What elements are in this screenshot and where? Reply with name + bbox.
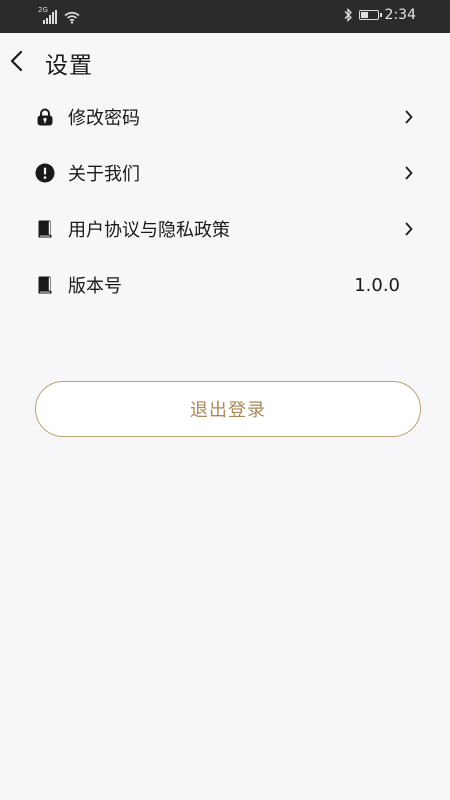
info-alert-icon bbox=[35, 163, 55, 183]
logout-button[interactable]: 退出登录 bbox=[35, 381, 421, 437]
header: 设置 bbox=[0, 33, 450, 89]
settings-item-change-password[interactable]: 修改密码 bbox=[0, 89, 450, 145]
signal-icon bbox=[42, 10, 58, 24]
status-time: 2:34 bbox=[384, 7, 416, 23]
bluetooth-icon bbox=[344, 8, 352, 22]
settings-item-about-us[interactable]: 关于我们 bbox=[0, 145, 450, 201]
lock-icon bbox=[35, 107, 55, 127]
chevron-right-icon bbox=[405, 166, 413, 180]
battery-level bbox=[360, 12, 368, 18]
version-value: 1.0.0 bbox=[354, 274, 400, 296]
settings-item-label: 修改密码 bbox=[68, 108, 140, 129]
settings-list: 修改密码 关于我们 用户协议与隐私政策 版本号 1.0.0 bbox=[0, 89, 450, 313]
chevron-left-icon[interactable] bbox=[8, 49, 28, 73]
battery-icon bbox=[358, 10, 382, 20]
settings-item-label: 版本号 bbox=[68, 276, 122, 297]
status-right: 2:34 bbox=[343, 7, 416, 23]
settings-item-label: 用户协议与隐私政策 bbox=[68, 220, 230, 241]
chevron-right-icon bbox=[405, 222, 413, 236]
book-icon bbox=[35, 275, 55, 295]
status-left: 2G bbox=[38, 7, 80, 24]
status-bar: 2G 2:34 bbox=[0, 0, 450, 33]
settings-item-version: 版本号 1.0.0 bbox=[0, 257, 450, 313]
page-title: 设置 bbox=[45, 53, 93, 79]
book-icon bbox=[35, 219, 55, 239]
chevron-right-icon bbox=[405, 110, 413, 124]
logout-button-label: 退出登录 bbox=[190, 400, 266, 421]
settings-item-user-agreement[interactable]: 用户协议与隐私政策 bbox=[0, 201, 450, 257]
settings-item-label: 关于我们 bbox=[68, 164, 140, 185]
wifi-icon bbox=[64, 11, 80, 24]
